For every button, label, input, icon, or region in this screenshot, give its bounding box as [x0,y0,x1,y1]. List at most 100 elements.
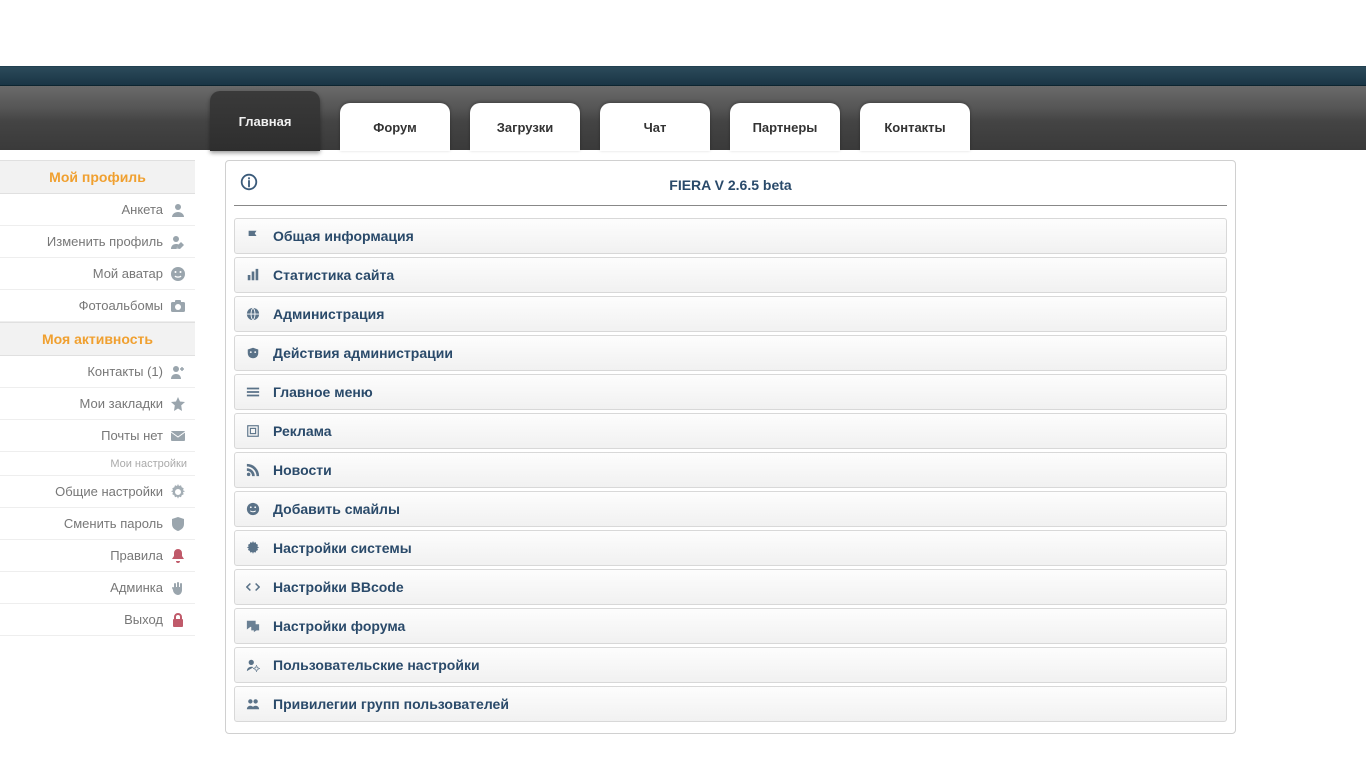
header-accent-strip [0,66,1366,86]
main-nav: Главная Форум Загрузки Чат Партнеры Конт… [0,86,1366,150]
header-spacer [0,0,1366,66]
hand-icon [169,579,187,597]
sidebar-item-edit-profile[interactable]: Изменить профиль [0,226,195,258]
panel-item-bbcode[interactable]: Настройки BBcode [234,569,1227,605]
panel-title: FIERA V 2.6.5 beta [669,177,791,193]
sidebar-item-contacts[interactable]: Контакты (1) [0,356,195,388]
lock-icon [169,611,187,629]
nav-tab-contacts[interactable]: Контакты [860,103,970,151]
sidebar-item-general-settings[interactable]: Общие настройки [0,476,195,508]
panel-item-label: Настройки BBcode [273,579,404,595]
panel-header: FIERA V 2.6.5 beta [234,169,1227,206]
sidebar-item-password[interactable]: Сменить пароль [0,508,195,540]
gear-icon [169,483,187,501]
star-icon [169,395,187,413]
sidebar-item-label: Мои закладки [80,396,163,411]
user-gear-icon [245,657,261,673]
panel-item-news[interactable]: Новости [234,452,1227,488]
user-plus-icon [169,363,187,381]
sidebar-section-activity: Моя активность [0,322,195,356]
panel-item-label: Пользовательские настройки [273,657,480,673]
sidebar-item-anketa[interactable]: Анкета [0,194,195,226]
mail-icon [169,427,187,445]
panel-item-user-settings[interactable]: Пользовательские настройки [234,647,1227,683]
admin-panel: FIERA V 2.6.5 beta Общая информация Стат… [225,160,1236,734]
sidebar-item-mail[interactable]: Почты нет [0,420,195,452]
sidebar: Мой профиль Анкета Изменить профиль Мой … [0,160,195,734]
panel-item-admin-actions[interactable]: Действия администрации [234,335,1227,371]
sidebar-item-label: Изменить профиль [47,234,163,249]
sidebar-item-label: Мой аватар [93,266,163,281]
globe-icon [245,306,261,322]
panel-item-system-settings[interactable]: Настройки системы [234,530,1227,566]
code-icon [245,579,261,595]
smile-icon [169,265,187,283]
flag-icon [245,228,261,244]
panel-item-group-privileges[interactable]: Привилегии групп пользователей [234,686,1227,722]
sidebar-item-label: Контакты (1) [87,364,163,379]
sidebar-item-admin[interactable]: Админка [0,572,195,604]
sidebar-item-label: Анкета [121,202,163,217]
nav-tab-home[interactable]: Главная [210,91,320,151]
sidebar-item-label: Фотоальбомы [79,298,163,313]
nav-tab-label: Форум [373,120,416,135]
sidebar-item-avatar[interactable]: Мой аватар [0,258,195,290]
panel-item-label: Настройки форума [273,618,405,634]
nav-tab-label: Партнеры [753,120,818,135]
panel-item-label: Общая информация [273,228,414,244]
sidebar-item-label: Общие настройки [55,484,163,499]
menu-icon [245,384,261,400]
panel-item-label: Реклама [273,423,332,439]
gear-icon [245,540,261,556]
sidebar-item-label: Выход [124,612,163,627]
nav-tab-label: Загрузки [497,120,554,135]
nav-tab-label: Главная [239,114,292,129]
bars-icon [245,267,261,283]
nav-tab-forum[interactable]: Форум [340,103,450,151]
sidebar-section-settings: Мои настройки [0,452,195,476]
panel-item-stats[interactable]: Статистика сайта [234,257,1227,293]
sidebar-item-label: Админка [110,580,163,595]
panel-item-label: Действия администрации [273,345,453,361]
rss-icon [245,462,261,478]
nav-tab-downloads[interactable]: Загрузки [470,103,580,151]
sidebar-item-rules[interactable]: Правила [0,540,195,572]
group-icon [245,696,261,712]
chat-icon [245,618,261,634]
nav-tab-chat[interactable]: Чат [600,103,710,151]
user-icon [169,201,187,219]
sidebar-item-label: Почты нет [101,428,163,443]
camera-icon [169,297,187,315]
mask-icon [245,345,261,361]
info-icon [240,173,258,191]
panel-item-general-info[interactable]: Общая информация [234,218,1227,254]
panel-item-label: Добавить смайлы [273,501,400,517]
panel-item-ads[interactable]: Реклама [234,413,1227,449]
main-content: FIERA V 2.6.5 beta Общая информация Стат… [195,160,1366,734]
sidebar-item-albums[interactable]: Фотоальбомы [0,290,195,322]
nav-tab-label: Чат [644,120,667,135]
nav-tab-partners[interactable]: Партнеры [730,103,840,151]
nav-tab-label: Контакты [884,120,945,135]
panel-item-label: Привилегии групп пользователей [273,696,509,712]
panel-item-label: Новости [273,462,332,478]
sidebar-section-profile: Мой профиль [0,160,195,194]
smile-icon [245,501,261,517]
sidebar-item-label: Сменить пароль [64,516,163,531]
panel-item-forum-settings[interactable]: Настройки форума [234,608,1227,644]
panel-item-label: Администрация [273,306,384,322]
sidebar-item-logout[interactable]: Выход [0,604,195,636]
panel-item-label: Главное меню [273,384,373,400]
bell-icon [169,547,187,565]
target-icon [245,423,261,439]
panel-item-label: Настройки системы [273,540,412,556]
panel-item-main-menu[interactable]: Главное меню [234,374,1227,410]
shield-icon [169,515,187,533]
panel-item-administration[interactable]: Администрация [234,296,1227,332]
panel-item-smileys[interactable]: Добавить смайлы [234,491,1227,527]
panel-item-label: Статистика сайта [273,267,394,283]
sidebar-item-bookmarks[interactable]: Мои закладки [0,388,195,420]
page-body: Мой профиль Анкета Изменить профиль Мой … [0,150,1366,734]
sidebar-section-label: Мои настройки [110,458,187,470]
sidebar-item-label: Правила [110,548,163,563]
